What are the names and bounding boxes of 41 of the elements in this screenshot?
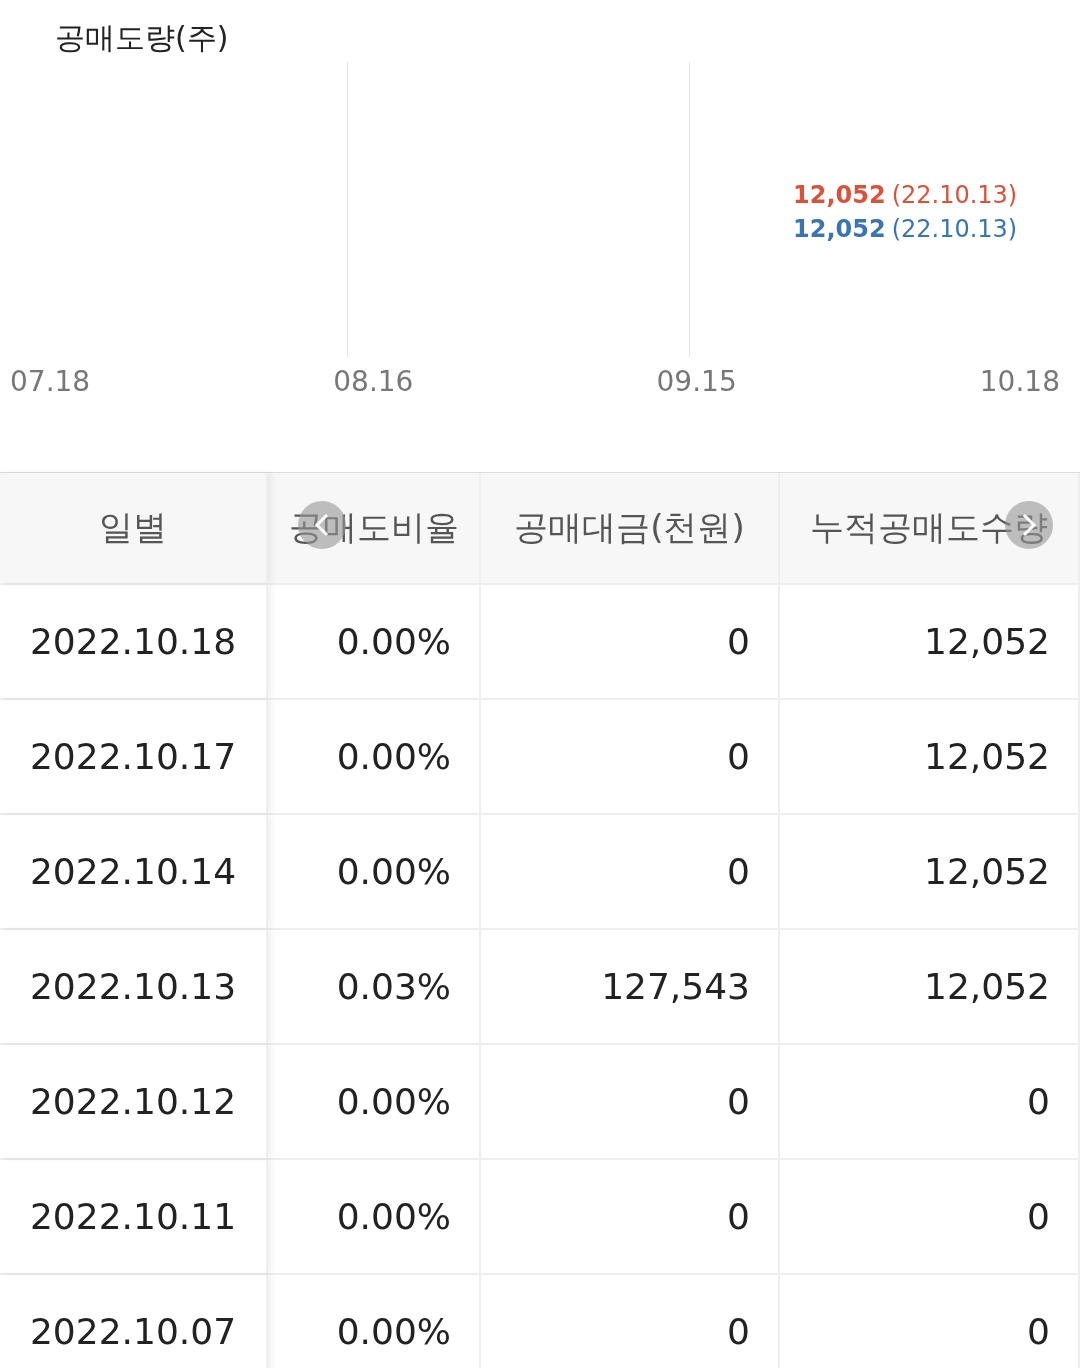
axis-label: 10.18 [979,365,1060,400]
chevron-left-icon [313,512,331,538]
table-cell: 2022.10.12 [0,1045,268,1158]
table-cell: 0.03% [268,930,481,1043]
table-cell: 12,052 [780,930,1080,1043]
table-cell: 2022.10.07 [0,1275,268,1368]
table-cell: 2022.10.13 [0,930,268,1043]
table-cell: 0.00% [268,700,481,813]
column-header: 일별 [0,473,268,583]
column-header: 누적공매도수량 [780,473,1080,583]
table-cell: 0 [481,1160,780,1273]
axis-label: 09.15 [656,365,737,400]
table-cell: 0 [481,585,780,698]
chart-title: 공매도량(주) [54,19,230,57]
table-cell: 0 [481,1045,780,1158]
chevron-right-icon [1020,512,1038,538]
table-cell: 0 [780,1275,1080,1368]
axis-label: 08.16 [333,365,414,400]
axis-label: 07.18 [10,365,91,400]
table-cell: 12,052 [780,585,1080,698]
table-cell: 0 [481,700,780,813]
table-cell: 0 [481,1275,780,1368]
table-cell: 0.00% [268,1275,481,1368]
legend-entry: 12,052 (22.10.13) [793,180,1018,210]
legend-entry: 12,052 (22.10.13) [793,214,1018,244]
table-cell: 2022.10.17 [0,700,268,813]
table-cell: 127,543 [481,930,780,1043]
table-cell: 0.00% [268,815,481,928]
table-cell: 12,052 [780,815,1080,928]
table-cell: 0 [780,1160,1080,1273]
table-cell: 2022.10.11 [0,1160,268,1273]
table-cell: 0 [481,815,780,928]
table-cell: 12,052 [780,700,1080,813]
column-header: 공매도비율 [268,473,481,583]
table-cell: 2022.10.18 [0,585,268,698]
table-cell: 0.00% [268,585,481,698]
column-header: 공매대금(천원) [481,473,780,583]
table-cell: 0.00% [268,1045,481,1158]
table-cell: 0 [780,1045,1080,1158]
table-cell: 2022.10.14 [0,815,268,928]
table-cell: 0.00% [268,1160,481,1273]
